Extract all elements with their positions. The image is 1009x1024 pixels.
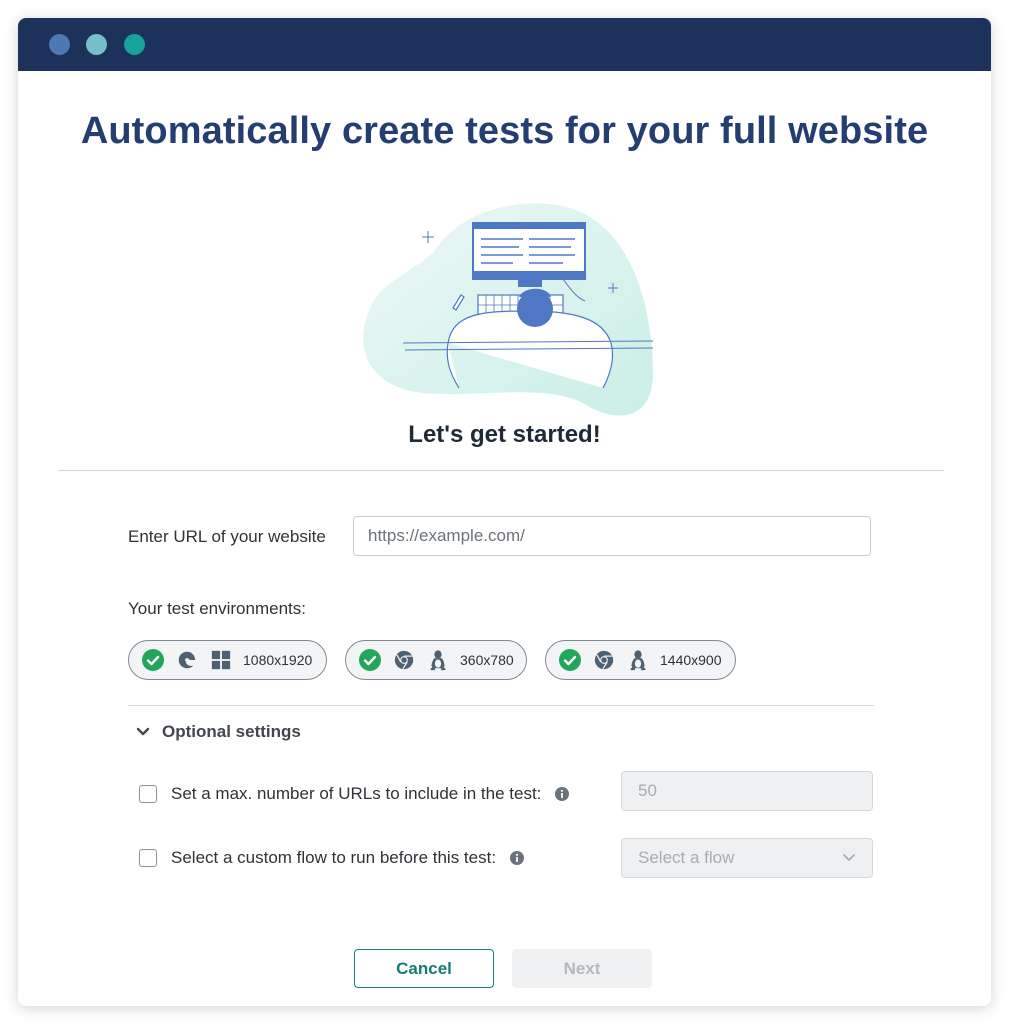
custom-flow-row: Select a custom flow to run before this … [139,848,525,868]
window-control-dot-2[interactable] [86,34,107,55]
environment-resolution: 1080x1920 [243,652,313,668]
app-window: Automatically create tests for your full… [18,18,991,1006]
environment-chip[interactable]: 360x780 [345,640,527,680]
chrome-icon [392,648,416,672]
environment-chip[interactable]: 1440x900 [545,640,736,680]
window-titlebar [18,18,991,71]
max-urls-label: Set a max. number of URLs to include in … [171,784,542,803]
optional-settings-toggle[interactable]: Optional settings [136,718,301,746]
window-control-dot-3[interactable] [124,34,145,55]
max-urls-row: Set a max. number of URLs to include in … [139,784,570,804]
check-circle-icon [558,648,582,672]
check-circle-icon [141,648,165,672]
linux-icon [426,648,450,672]
check-circle-icon [358,648,382,672]
max-urls-input[interactable]: 50 [621,771,873,811]
environment-chip[interactable]: 1080x1920 [128,640,327,680]
optional-settings-label: Optional settings [162,722,301,741]
next-button[interactable]: Next [512,949,652,988]
developer-at-computer-illustration [363,203,653,416]
edge-icon [175,648,199,672]
chevron-down-icon [842,848,856,868]
windows-icon [209,648,233,672]
cancel-button[interactable]: Cancel [354,949,494,988]
info-icon[interactable] [510,851,525,865]
linux-icon [626,648,650,672]
chevron-down-icon [136,722,150,742]
custom-flow-checkbox[interactable] [139,849,157,867]
section-subheading: Let's get started! [408,421,601,448]
custom-flow-label: Select a custom flow to run before this … [171,848,497,867]
url-input[interactable] [353,516,871,556]
environment-resolution: 1440x900 [660,652,722,668]
environments-label: Your test environments: [128,599,306,618]
flow-select-placeholder: Select a flow [638,848,735,867]
divider [128,705,874,706]
max-urls-checkbox[interactable] [139,785,157,803]
environment-resolution: 360x780 [460,652,514,668]
flow-select[interactable]: Select a flow [621,838,873,878]
url-label: Enter URL of your website [128,527,326,546]
chrome-icon [592,648,616,672]
window-control-dot-1[interactable] [49,34,70,55]
divider [58,470,944,471]
info-icon[interactable] [555,787,570,801]
page-title: Automatically create tests for your full… [80,110,929,152]
